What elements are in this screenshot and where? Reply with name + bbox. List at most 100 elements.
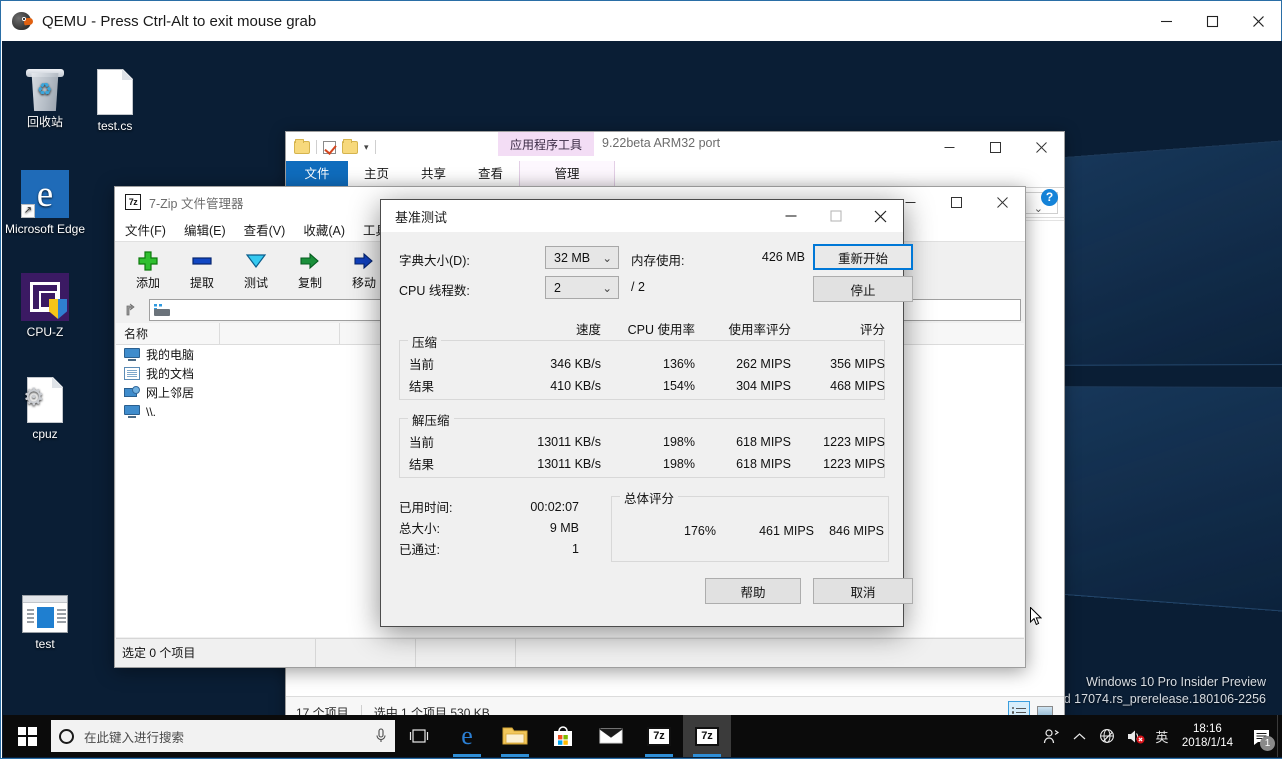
stop-button[interactable]: 停止 [813,276,913,302]
memory-usage-label: 内存使用: [631,254,685,268]
people-icon[interactable] [1038,715,1066,757]
divider [316,140,317,154]
toolbar-test-button[interactable]: 测试 [235,248,277,291]
results-column-headers: 速度 CPU 使用率 使用率评分 评分 [399,318,885,338]
passes-value: 1 [572,541,579,556]
edge-icon: e [461,721,473,750]
column-header-blank[interactable] [220,323,340,344]
compress-result-score: 468 MIPS [830,378,886,393]
network-offline-icon[interactable] [1094,715,1122,757]
desktop-icon-cpu-z[interactable]: CPU-Z [2,269,88,339]
toolbar-add-button[interactable]: 添加 [127,248,169,291]
chevron-up-icon[interactable] [1066,715,1094,757]
total-size-label: 总大小: [399,522,440,536]
search-placeholder: 在此键入进行搜索 [84,730,185,745]
desktop-icon-microsoft-edge[interactable]: e ↗ Microsoft Edge [2,166,88,236]
chevron-down-icon[interactable]: ⌄ [1034,202,1043,215]
toolbar-move-button[interactable]: 移动 [343,248,385,291]
row-label-current: 当前 [409,358,435,372]
menu-favorites[interactable]: 收藏(A) [303,220,345,239]
store-icon [554,726,572,746]
decompress-result-rating: 618 MIPS [736,456,791,471]
tab-file[interactable]: 文件 [286,161,348,187]
move-icon [343,248,385,274]
benchmark-minimize-button[interactable] [768,200,813,232]
table-row: 结果 410 KB/s 154% 304 MIPS 468 MIPS [399,374,885,397]
taskbar-mail-button[interactable] [587,715,635,757]
7z-icon: 7z [647,726,671,746]
explorer-maximize-button[interactable] [972,132,1018,162]
compress-group-label: 压缩 [408,332,442,351]
qemu-window: QEMU - Press Ctrl-Alt to exit mouse grab [0,0,1282,759]
list-item-label: 我的电脑 [146,348,195,362]
sevenzip-close-button[interactable] [979,187,1025,217]
desktop-icon-label: CPU-Z [26,325,64,339]
total-rating-group-label: 总体评分 [620,488,679,507]
decompress-result-speed: 13011 KB/s [537,456,601,471]
cancel-button[interactable]: 取消 [813,578,913,604]
taskbar-edge-button[interactable]: e [443,715,491,757]
qemu-maximize-button[interactable] [1189,1,1235,41]
taskbar-sevenzip-button-1[interactable]: 7z [635,715,683,757]
cpu-threads-total: / 2 [631,280,645,294]
screen: QEMU - Press Ctrl-Alt to exit mouse grab [0,0,1282,759]
ime-indicator[interactable]: 英 [1150,715,1174,757]
desktop-icon-label: test.cs [97,119,133,133]
elapsed-time-label: 已用时间: [399,501,453,515]
shortcut-arrow-icon: ↗ [21,204,35,218]
qemu-title-text: QEMU - Press Ctrl-Alt to exit mouse grab [42,12,317,30]
microphone-icon[interactable] [375,728,387,744]
menu-edit[interactable]: 编辑(E) [184,220,226,239]
help-button[interactable]: 帮助 [705,578,801,604]
desktop-icon-cpuz-exe[interactable]: ⚙ cpuz [2,371,88,441]
folder-icon[interactable] [294,138,310,154]
search-input[interactable]: 在此键入进行搜索 [51,720,395,752]
new-folder-icon[interactable] [342,138,358,154]
dictionary-size-label: 字典大小(D): [399,254,470,268]
start-button[interactable] [3,715,51,757]
menu-file[interactable]: 文件(F) [125,220,166,239]
list-item-label: 网上邻居 [146,386,195,400]
sevenzip-status-bar: 选定 0 个项目 [116,638,1024,667]
up-one-level-button[interactable] [119,299,145,321]
toolbar-copy-button[interactable]: 复制 [289,248,331,291]
volume-muted-icon[interactable] [1122,715,1150,757]
desktop-icon-test[interactable]: test [2,581,88,651]
benchmark-dialog: 基准测试 字典大小(D): 32 MB ⌄ 内存使用: 426 MB 重新开始 … [380,199,913,627]
sevenzip-maximize-button[interactable] [933,187,979,217]
dictionary-size-value: 32 MB [554,250,591,265]
task-view-button[interactable] [395,715,443,757]
taskbar-store-button[interactable] [539,715,587,757]
menu-view[interactable]: 查看(V) [244,220,286,239]
taskbar-file-explorer-button[interactable] [491,715,539,757]
qemu-minimize-button[interactable] [1143,1,1189,41]
show-desktop-button[interactable] [1277,715,1282,757]
sevenzip-window-controls [887,187,1025,217]
documents-icon [124,367,140,380]
table-row: 176% 461 MIPS 846 MIPS [612,519,888,542]
total-size-value: 9 MB [549,520,579,535]
notification-center-button[interactable]: 1 [1245,715,1277,757]
explorer-close-button[interactable] [1018,132,1064,162]
toolbar-extract-button[interactable]: 提取 [181,248,223,291]
restart-button[interactable]: 重新开始 [813,244,913,270]
tab-home[interactable]: 主页 [348,161,405,187]
qemu-close-button[interactable] [1235,1,1281,41]
desktop-icon-test-cs[interactable]: test.cs [72,63,158,133]
tab-manage[interactable]: 管理 [519,161,616,187]
total-score: 846 MIPS [829,523,884,538]
chevron-down-icon[interactable]: ▾ [364,142,369,153]
taskbar-sevenzip-button-2[interactable]: 7z [683,715,731,757]
clock[interactable]: 18:16 2018/1/14 [1174,722,1245,750]
help-button[interactable]: ? [1041,189,1058,206]
explorer-minimize-button[interactable] [926,132,972,162]
total-cpu: 176% [684,523,716,538]
tab-view[interactable]: 查看 [462,161,519,187]
column-header-name[interactable]: 名称 [116,323,220,344]
dictionary-size-select[interactable]: 32 MB ⌄ [545,246,619,269]
tab-share[interactable]: 共享 [405,161,462,187]
benchmark-close-button[interactable] [858,200,903,232]
network-icon [124,386,140,399]
properties-icon[interactable] [323,140,336,154]
cpu-threads-select[interactable]: 2 ⌄ [545,276,619,299]
